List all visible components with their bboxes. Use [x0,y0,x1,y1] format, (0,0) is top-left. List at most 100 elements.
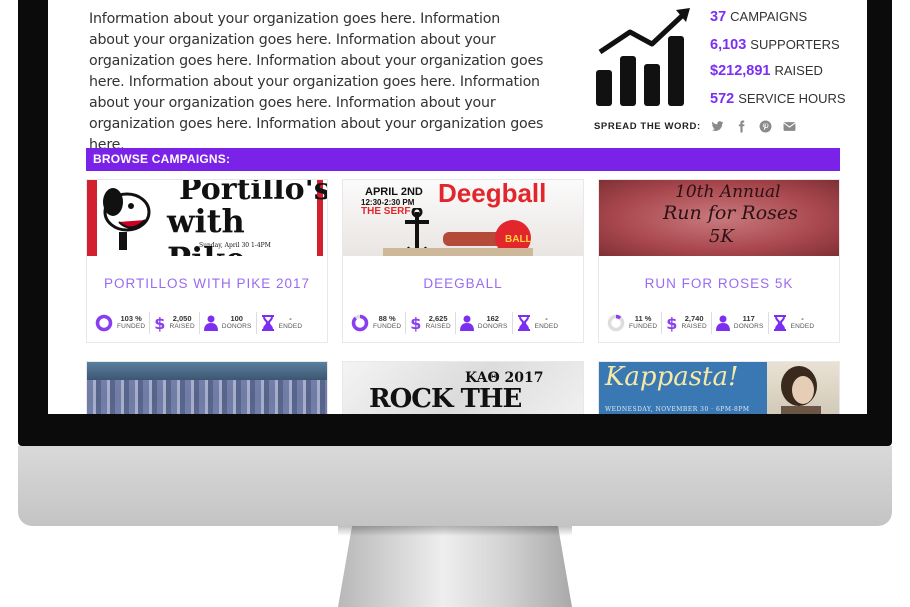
campaign-image [87,362,327,414]
ended-metric: - ENDED [769,312,819,334]
raised-label: RAISED [169,323,195,330]
raised-value: 2,625 [428,314,448,323]
growth-chart-icon [596,8,690,106]
stat-hours-value: 572 [710,91,735,107]
ended-value: - [289,314,292,323]
campaign-image-line-2: Run for Roses [663,202,798,224]
dog-illustration [103,188,151,250]
pinterest-icon[interactable] [759,119,773,133]
funded-metric: 11 % FUNDED [603,312,663,334]
dollar-icon: $ [666,313,678,333]
donors-value: 162 [486,314,499,323]
funded-progress-ring [351,314,369,332]
donors-label: DONORS [733,323,764,330]
share-bar: SPREAD THE WORD: [594,119,797,133]
campaign-card[interactable]: Portillo's with Pike Sunday, April 30 1-… [86,179,328,343]
campaign-metrics: 11 % FUNDED $ 2,740 RAISED 117 DONORS - ENDE… [603,312,837,334]
raised-label: RAISED [681,323,707,330]
dollar-icon: $ [154,313,166,333]
campaign-image: 10th Annual Run for Roses 5K [599,180,839,256]
funded-progress-ring [95,314,113,332]
raised-value: 2,050 [172,314,192,323]
donors-label: DONORS [221,323,252,330]
donors-value: 117 [742,314,755,323]
stat-hours-label: SERVICE HOURS [738,91,846,106]
campaign-image-line-4: Deegball [438,180,547,208]
funded-metric: 103 % FUNDED [91,312,151,334]
stat-supporters-value: 6,103 [710,37,747,53]
stat-service-hours: 572 SERVICE HOURS [710,91,846,107]
funded-label: FUNDED [117,323,146,330]
person-icon [203,315,218,331]
ended-metric: - ENDED [513,312,563,334]
ended-value: - [545,314,548,323]
person-icon [715,315,730,331]
donors-value: 100 [230,314,243,323]
woman-photo [781,366,821,414]
funded-value: 103 % [120,314,142,323]
donors-metric: 162 DONORS [456,312,513,334]
twitter-icon[interactable] [711,119,725,133]
campaign-image-line-2: WEDNESDAY, NOVEMBER 30 · 6PM-8PM [605,406,750,413]
stat-campaigns: 37 CAMPAIGNS [710,9,807,25]
campaign-image-line-1: Kappasta! [605,362,739,392]
person-icon [459,315,474,331]
campaign-card[interactable]: APRIL 2ND 12:30-2:30 PM THE SERF Deegbal… [342,179,584,343]
campaign-title[interactable]: PORTILLOS WITH PIKE 2017 [87,276,327,291]
funded-label: FUNDED [373,323,402,330]
email-icon[interactable] [783,119,797,133]
campaign-image-line-2: ROCK THE CASA [369,384,522,414]
campaign-image-line-3: Sunday, April 30 1-4PM [199,242,271,249]
ended-metric: - ENDED [257,312,307,334]
monitor-stand-shadow [338,526,572,536]
campaign-title[interactable]: DEEGBALL [343,276,583,291]
stat-campaigns-label: CAMPAIGNS [730,9,808,24]
campaign-image: Kappasta! WEDNESDAY, NOVEMBER 30 · 6PM-8… [599,362,839,414]
campaign-metrics: 88 % FUNDED $ 2,625 RAISED 162 DONORS - ENDE… [347,312,581,334]
ended-label: ENDED [790,323,815,330]
stat-raised: $212,891 RAISED [710,63,823,79]
raised-metric: $ 2,625 RAISED [406,312,456,334]
ended-label: ENDED [534,323,559,330]
campaign-image-line-3: 5K [709,226,734,247]
ended-value: - [801,314,804,323]
facebook-icon[interactable] [735,119,749,133]
stat-raised-label: RAISED [774,63,823,78]
raised-metric: $ 2,050 RAISED [150,312,200,334]
campaign-image-line-1: APRIL 2ND [365,186,423,198]
stat-supporters-label: SUPPORTERS [750,37,840,52]
browse-campaigns-header: BROWSE CAMPAIGNS: [86,148,840,171]
donors-label: DONORS [477,323,508,330]
funded-progress-ring [607,314,625,332]
monitor-chin [18,446,892,526]
raised-value: 2,740 [684,314,704,323]
hourglass-icon [517,315,530,331]
campaign-card[interactable]: Kappasta! WEDNESDAY, NOVEMBER 30 · 6PM-8… [598,361,840,414]
funded-label: FUNDED [629,323,658,330]
campaign-image-line-5: BALL [505,234,532,245]
funded-metric: 88 % FUNDED [347,312,407,334]
hourglass-icon [773,315,786,331]
campaign-image-line-1: 10th Annual [675,182,781,202]
campaign-title[interactable]: RUN FOR ROSES 5K [599,276,839,291]
organization-description: Information about your organization goes… [89,11,544,153]
spread-the-word-label: SPREAD THE WORD: [594,120,701,132]
campaign-card[interactable]: 10th Annual Run for Roses 5K RUN FOR ROS… [598,179,840,343]
stat-supporters: 6,103 SUPPORTERS [710,37,840,53]
funded-value: 11 % [634,314,652,323]
monitor-stand [338,526,572,607]
raised-label: RAISED [425,323,451,330]
dollar-icon: $ [410,313,422,333]
ended-label: ENDED [278,323,303,330]
campaign-card[interactable]: KAΘ 2017 ROCK THE CASA [342,361,584,414]
hourglass-icon [261,315,274,331]
campaign-image: KAΘ 2017 ROCK THE CASA [343,362,583,414]
campaign-image: APRIL 2ND 12:30-2:30 PM THE SERF Deegbal… [343,180,583,256]
campaign-card[interactable] [86,361,328,414]
stat-raised-value: $212,891 [710,63,771,79]
donors-metric: 117 DONORS [712,312,769,334]
funded-value: 88 % [378,314,396,323]
campaign-metrics: 103 % FUNDED $ 2,050 RAISED 100 DONORS - END… [91,312,325,334]
screen: Information about your organization goes… [48,0,867,414]
stat-campaigns-value: 37 [710,9,727,25]
